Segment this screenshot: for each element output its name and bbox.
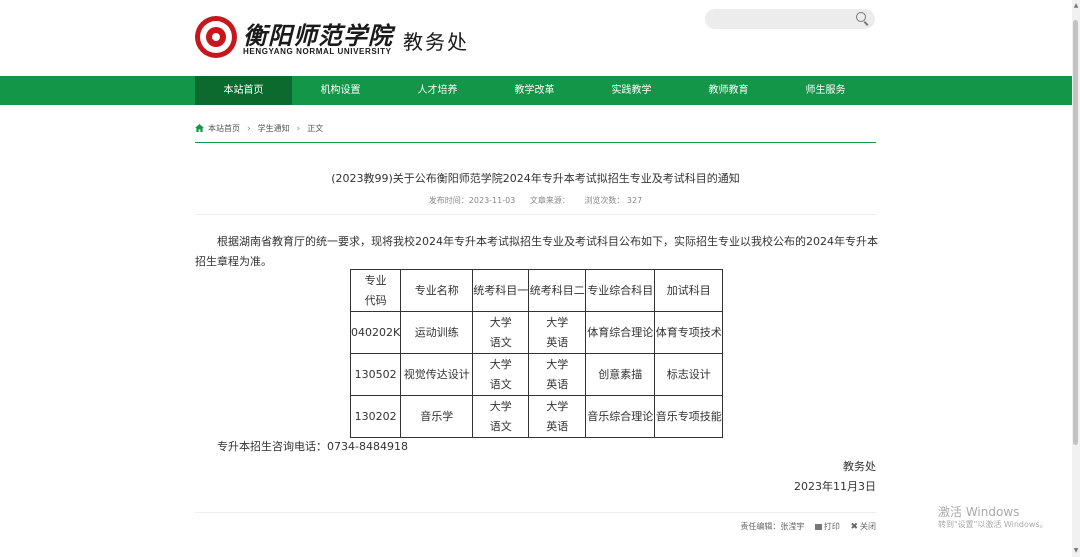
- table-cell: 大学 语文: [472, 395, 530, 438]
- signer: 教务处: [843, 460, 876, 473]
- majors-table: 专业 代码 专业名称 统考科目一 统考科目二 专业综合科目 加试科目 040202…: [349, 269, 724, 438]
- breadcrumb: 本站首页 › 学生通知 › 正文: [195, 122, 876, 143]
- nav-item-talent-training[interactable]: 人才培养: [389, 76, 486, 105]
- chevron-right-icon: ›: [247, 123, 251, 134]
- table-row: 130502 视觉传达设计 大学 语文 大学 英语 创意素描 标志设计: [349, 353, 724, 396]
- table-cell: 体育专项技术: [654, 311, 724, 354]
- table-cell: 音乐专项技能: [654, 395, 724, 438]
- table-cell: 大学 语文: [472, 311, 530, 354]
- editor: 责任编辑：张滢宇: [740, 522, 805, 531]
- home-icon: [195, 124, 204, 132]
- site-header: 衡阳师范学院 HENGYANG NORMAL UNIVERSITY 教务处: [0, 0, 1072, 76]
- header-cell: 加试科目: [654, 269, 724, 312]
- publish-time: 发布时间：2023-11-03: [428, 196, 516, 205]
- scroll-up-arrow-icon[interactable]: ▲: [1072, 2, 1080, 10]
- windows-activation-hint: 转到"设置"以激活 Windows。: [938, 520, 1048, 529]
- search-icon[interactable]: [856, 12, 866, 22]
- table-cell: 130502: [349, 353, 402, 396]
- table-header-row: 专业 代码 专业名称 统考科目一 统考科目二 专业综合科目 加试科目: [349, 269, 724, 312]
- table-cell: 视觉传达设计: [400, 353, 474, 396]
- school-name-en: HENGYANG NORMAL UNIVERSITY: [243, 47, 392, 56]
- university-logo-icon[interactable]: [195, 16, 237, 58]
- breadcrumb-home[interactable]: 本站首页: [208, 123, 240, 134]
- article-paragraph: 根据湖南省教育厅的统一要求，现将我校2024年专升本考试拟招生专业及考试科目公布…: [195, 235, 878, 268]
- contact-phone: 专升本招生咨询电话：0734-8484918: [217, 440, 408, 453]
- table-cell: 大学 英语: [528, 311, 587, 354]
- table-cell: 大学 英语: [528, 395, 587, 438]
- article-meta: 发布时间：2023-11-03 文章来源： 浏览次数： 327: [195, 195, 876, 206]
- windows-activation-title: 激活 Windows: [938, 505, 1020, 519]
- table-cell: 大学 英语: [528, 353, 587, 396]
- article-title: (2023教99)关于公布衡阳师范学院2024年专升本考试拟招生专业及考试科目的…: [331, 172, 740, 185]
- search-input[interactable]: [705, 9, 875, 29]
- divider: [195, 214, 876, 215]
- table-row: 130202 音乐学 大学 语文 大学 英语 音乐综合理论 音乐专项技能: [349, 395, 724, 438]
- table-cell: 运动训练: [400, 311, 474, 354]
- close-button[interactable]: ✖ 关闭: [850, 522, 876, 532]
- table-cell: 音乐综合理论: [585, 395, 656, 438]
- header-cell: 专业 代码: [349, 269, 402, 312]
- print-button[interactable]: 打印: [814, 522, 840, 531]
- article-source: 文章来源：: [529, 196, 570, 205]
- table-cell: 音乐学: [400, 395, 474, 438]
- nav-item-organization[interactable]: 机构设置: [292, 76, 389, 105]
- table-cell: 040202K: [349, 311, 402, 354]
- table-row: 040202K 运动训练 大学 语文 大学 英语 体育综合理论 体育专项技术: [349, 311, 724, 354]
- close-icon: ✖: [850, 522, 858, 532]
- nav-item-services[interactable]: 师生服务: [777, 76, 874, 105]
- table-cell: 创意素描: [585, 353, 656, 396]
- table-cell: 130202: [349, 395, 402, 438]
- breadcrumb-current: 正文: [307, 124, 324, 133]
- table-cell: 体育综合理论: [585, 311, 656, 354]
- header-cell: 专业名称: [400, 269, 474, 312]
- breadcrumb-student-notices[interactable]: 学生通知: [258, 123, 290, 134]
- printer-icon: [814, 524, 822, 530]
- divider: [195, 512, 876, 513]
- scrollbar-thumb[interactable]: [1073, 20, 1078, 445]
- header-cell: 统考科目一: [472, 269, 530, 312]
- scroll-down-arrow-icon[interactable]: ▼: [1072, 547, 1080, 555]
- header-cell: 专业综合科目: [585, 269, 656, 312]
- article-footer: 责任编辑：张滢宇 打印 ✖ 关闭: [700, 521, 876, 532]
- nav-item-home[interactable]: 本站首页: [195, 76, 292, 105]
- table-cell: 大学 语文: [472, 353, 530, 396]
- view-count: 浏览次数： 327: [584, 196, 643, 205]
- nav-item-practice-teaching[interactable]: 实践教学: [583, 76, 680, 105]
- nav-item-teaching-reform[interactable]: 教学改革: [486, 76, 583, 105]
- sign-date: 2023年11月3日: [794, 480, 876, 493]
- main-nav: 本站首页 机构设置 人才培养 教学改革 实践教学 教师教育 师生服务: [0, 76, 1072, 105]
- header-cell: 统考科目二: [528, 269, 587, 312]
- chevron-right-icon: ›: [296, 123, 301, 134]
- office-name: 教务处: [403, 30, 469, 54]
- nav-item-teacher-education[interactable]: 教师教育: [680, 76, 777, 105]
- table-cell: 标志设计: [654, 353, 724, 396]
- school-name-cn[interactable]: 衡阳师范学院: [243, 16, 393, 51]
